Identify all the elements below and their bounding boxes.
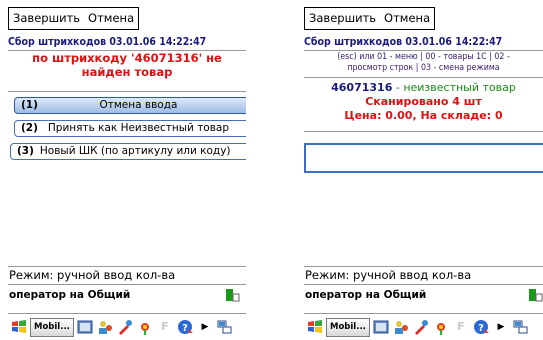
flower-icon[interactable] <box>136 318 154 336</box>
svg-text:?: ? <box>182 323 188 334</box>
divider <box>8 91 246 92</box>
f-icon[interactable]: F <box>156 318 174 336</box>
option-number: (2) <box>21 122 38 134</box>
f-icon[interactable]: F <box>452 318 470 336</box>
mode-status: Режим: ручной ввод кол-ва <box>8 266 246 283</box>
hint-line-1: (esc) или 01 - меню | 00 - товары 1С | 0… <box>337 52 510 62</box>
cancel-menu-item[interactable]: Отмена <box>84 8 138 29</box>
cancel-menu-item[interactable]: Отмена <box>380 8 434 29</box>
option-label: Новый ШК (по артикулу или коду) <box>39 145 231 157</box>
error-message: по штрихкоду '46071316' не найден товар <box>32 51 222 79</box>
right-screen: Завершить Отмена Сбор штрихкодов 03.01.0… <box>304 0 543 340</box>
barcode-value: 46071316 <box>331 81 393 94</box>
sync-status-icon <box>529 289 543 302</box>
operator-status: оператор на Общий <box>8 284 246 306</box>
barcode-description: - неизвестный товар <box>392 81 516 94</box>
menubar: Завершить Отмена <box>8 7 140 30</box>
price-stock: Цена: 0.00, На складе: 0 <box>344 109 503 122</box>
finish-menu-item[interactable]: Завершить <box>9 8 84 29</box>
windows-start-icon[interactable] <box>10 318 28 336</box>
option-label: Отмена ввода <box>99 99 178 111</box>
option-label: Принять как Неизвестный товар <box>47 122 230 134</box>
user-icon[interactable] <box>392 318 410 336</box>
windows-start-icon[interactable] <box>306 318 324 336</box>
tools-icon[interactable] <box>412 318 430 336</box>
finish-menu-item[interactable]: Завершить <box>305 8 380 29</box>
header-title: Сбор штрихкодов 03.01.06 14:22:47 <box>8 35 246 51</box>
tools-icon[interactable] <box>116 318 134 336</box>
svg-text:?: ? <box>478 323 484 334</box>
option-accept-unknown-button[interactable]: (2) Принять как Неизвестный товар <box>14 120 246 137</box>
mode-status: Режим: ручной ввод кол-ва <box>304 266 543 283</box>
option-cancel-input-button[interactable]: (1) Отмена ввода <box>14 97 246 114</box>
option-new-barcode-button[interactable]: (3) Новый ШК (по артикулу или коду) <box>10 143 246 160</box>
taskbar: Mobil... F ? ▶ <box>304 313 543 340</box>
app-taskbar-button[interactable]: Mobil... <box>30 317 74 337</box>
help-icon[interactable]: ? <box>176 318 194 336</box>
operator-text: оператор на Общий <box>9 289 131 301</box>
hint-text: (esc) или 01 - меню | 00 - товары 1С | 0… <box>304 52 543 74</box>
network-icon[interactable] <box>512 318 530 336</box>
option-number: (3) <box>17 145 34 157</box>
header-title: Сбор штрихкодов 03.01.06 14:22:47 <box>304 35 543 51</box>
taskbar: Mobil... F ? ▶ <box>8 313 246 340</box>
divider <box>304 131 543 132</box>
network-icon[interactable] <box>216 318 234 336</box>
hint-line-2: просмотр строк | 03 - смена режима <box>347 63 500 73</box>
operator-text: оператор на Общий <box>305 289 427 301</box>
app-taskbar-button[interactable]: Mobil... <box>326 317 370 337</box>
folder-icon[interactable] <box>372 318 390 336</box>
folder-icon[interactable] <box>76 318 94 336</box>
left-screen: Завершить Отмена Сбор штрихкодов 03.01.0… <box>8 0 246 340</box>
operator-status: оператор на Общий <box>304 284 543 306</box>
option-number: (1) <box>21 99 38 111</box>
sync-status-icon <box>226 289 240 302</box>
flower-icon[interactable] <box>432 318 450 336</box>
barcode-input[interactable] <box>304 143 543 173</box>
divider <box>304 77 543 78</box>
arrow-right-icon[interactable]: ▶ <box>492 318 510 336</box>
barcode-info: 46071316 - неизвестный товар <box>304 81 543 95</box>
help-icon[interactable]: ? <box>472 318 490 336</box>
user-icon[interactable] <box>96 318 114 336</box>
scanned-count: Сканировано 4 шт <box>365 95 482 108</box>
arrow-right-icon[interactable]: ▶ <box>196 318 214 336</box>
menubar: Завершить Отмена <box>304 7 436 30</box>
